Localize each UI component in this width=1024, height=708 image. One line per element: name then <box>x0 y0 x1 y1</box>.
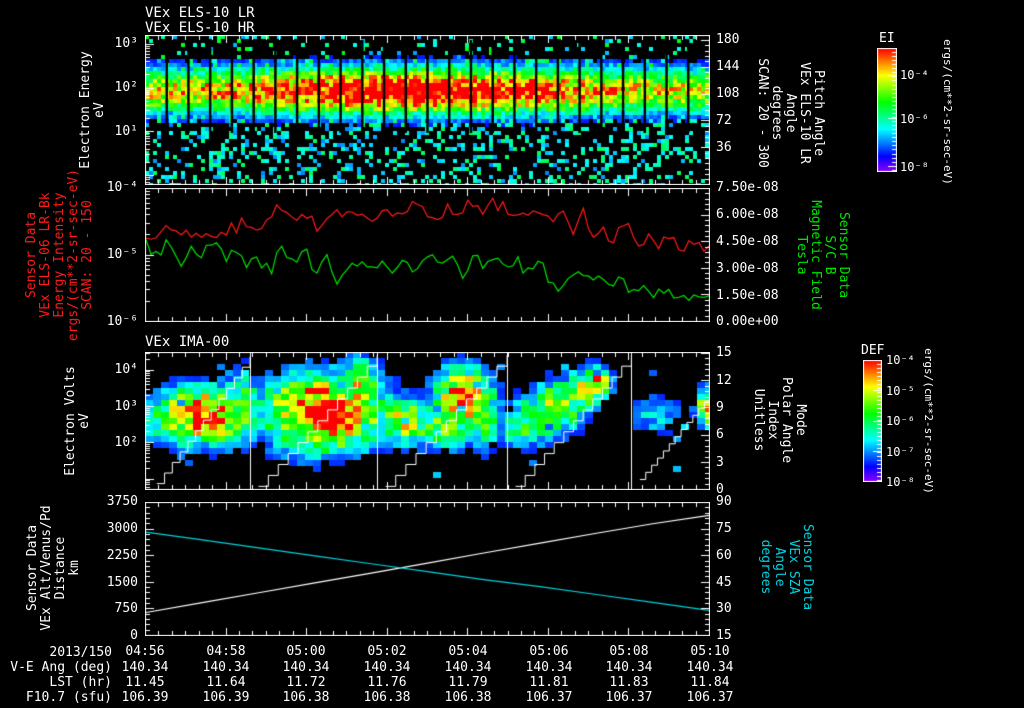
time-tick: 05:02 <box>367 644 407 659</box>
time-tick: 05:06 <box>529 644 569 659</box>
time-tick: 05:08 <box>609 644 649 659</box>
time-tick: 05:10 <box>690 644 730 659</box>
p4-left-axis-label: Sensor Data VEx Alt/Venus/Pd Distance km <box>25 505 82 631</box>
def-colorbar-tick: 10⁻⁴ <box>886 353 915 367</box>
def-colorbar-unit: ergs/(cm**2-sr-sec-eV) <box>922 348 935 494</box>
ei-colorbar-tick: 10⁻⁸ <box>900 160 929 174</box>
row-value: 140.34 <box>686 660 734 675</box>
panel3-title: VEx IMA-00 <box>145 334 230 350</box>
p2-right-tick: 1.50e-08 <box>716 288 779 303</box>
p4-right-axis-label: Sensor Data VEx SZA Angle degrees <box>758 523 815 611</box>
panel1-title-hr: VEx ELS-10 HR <box>145 20 255 36</box>
row-value: 11.76 <box>367 675 407 690</box>
ei-colorbar-title: EI <box>879 31 895 46</box>
row-value: 11.79 <box>448 675 488 690</box>
row-value: 140.34 <box>363 660 411 675</box>
row-value: 11.81 <box>529 675 569 690</box>
row-value: 11.64 <box>206 675 246 690</box>
p2-right-tick: 6.00e-08 <box>716 207 779 222</box>
p2-left-axis-label: Sensor Data VEx ELS-06 LR-Bk Energy Inten… <box>24 168 95 342</box>
row-label: F10.7 (sfu) <box>25 690 112 705</box>
row-value: 140.34 <box>525 660 573 675</box>
row-label: V-E Ang (deg) <box>10 660 112 675</box>
row-value: 140.34 <box>605 660 653 675</box>
els-spectrogram <box>145 35 710 185</box>
def-colorbar <box>863 360 882 482</box>
p2-right-axis-label: Sensor Data S/C B Magnetic Field Tesla <box>794 200 851 310</box>
row-value: 11.45 <box>125 675 165 690</box>
row-value: 106.37 <box>525 690 573 705</box>
orbit-plot <box>145 502 710 636</box>
row-value: 106.37 <box>686 690 734 705</box>
row-value: 140.34 <box>121 660 169 675</box>
row-label: LST (hr) <box>49 675 112 690</box>
p2-right-tick: 0.00e+00 <box>716 314 779 329</box>
def-colorbar-title: DEF <box>861 343 885 358</box>
row-value: 11.83 <box>609 675 649 690</box>
date-label: 2013/150 <box>49 645 112 660</box>
ima-spectrogram <box>145 352 710 490</box>
row-value: 106.38 <box>444 690 492 705</box>
ei-colorbar <box>877 48 897 172</box>
row-value: 106.39 <box>202 690 250 705</box>
def-colorbar-tick: 10⁻⁵ <box>886 384 915 398</box>
row-value: 106.39 <box>121 690 169 705</box>
row-value: 106.38 <box>363 690 411 705</box>
p2-right-tick: 4.50e-08 <box>716 234 779 249</box>
row-value: 140.34 <box>444 660 492 675</box>
p2-right-tick: 3.00e-08 <box>716 261 779 276</box>
row-value: 106.38 <box>282 690 330 705</box>
row-value: 106.37 <box>605 690 653 705</box>
panel1-title-lr: VEx ELS-10 LR <box>145 5 255 21</box>
ei-colorbar-tick: 10⁻⁶ <box>900 112 929 126</box>
ei-colorbar-tick: 10⁻⁴ <box>900 68 929 82</box>
row-value: 140.34 <box>202 660 250 675</box>
vex-summary-plot: VEx ELS-10 LR VEx ELS-10 HR VEx IMA-00 1… <box>0 0 1024 708</box>
row-value: 11.84 <box>690 675 730 690</box>
def-colorbar-tick: 10⁻⁷ <box>886 445 915 459</box>
time-tick: 04:58 <box>206 644 246 659</box>
ei-colorbar-unit: ergs/(cm**2-sr-sec-eV) <box>941 39 954 185</box>
time-tick: 05:00 <box>286 644 326 659</box>
p3-right-axis-label: Mode Polar Angle Index Unitless <box>751 376 808 464</box>
row-value: 11.72 <box>286 675 326 690</box>
time-tick: 04:56 <box>125 644 165 659</box>
row-value: 140.34 <box>282 660 330 675</box>
intensity-bfield-plot <box>145 188 710 322</box>
def-colorbar-tick: 10⁻⁸ <box>886 475 915 489</box>
def-colorbar-tick: 10⁻⁶ <box>886 414 915 428</box>
time-tick: 05:04 <box>448 644 488 659</box>
